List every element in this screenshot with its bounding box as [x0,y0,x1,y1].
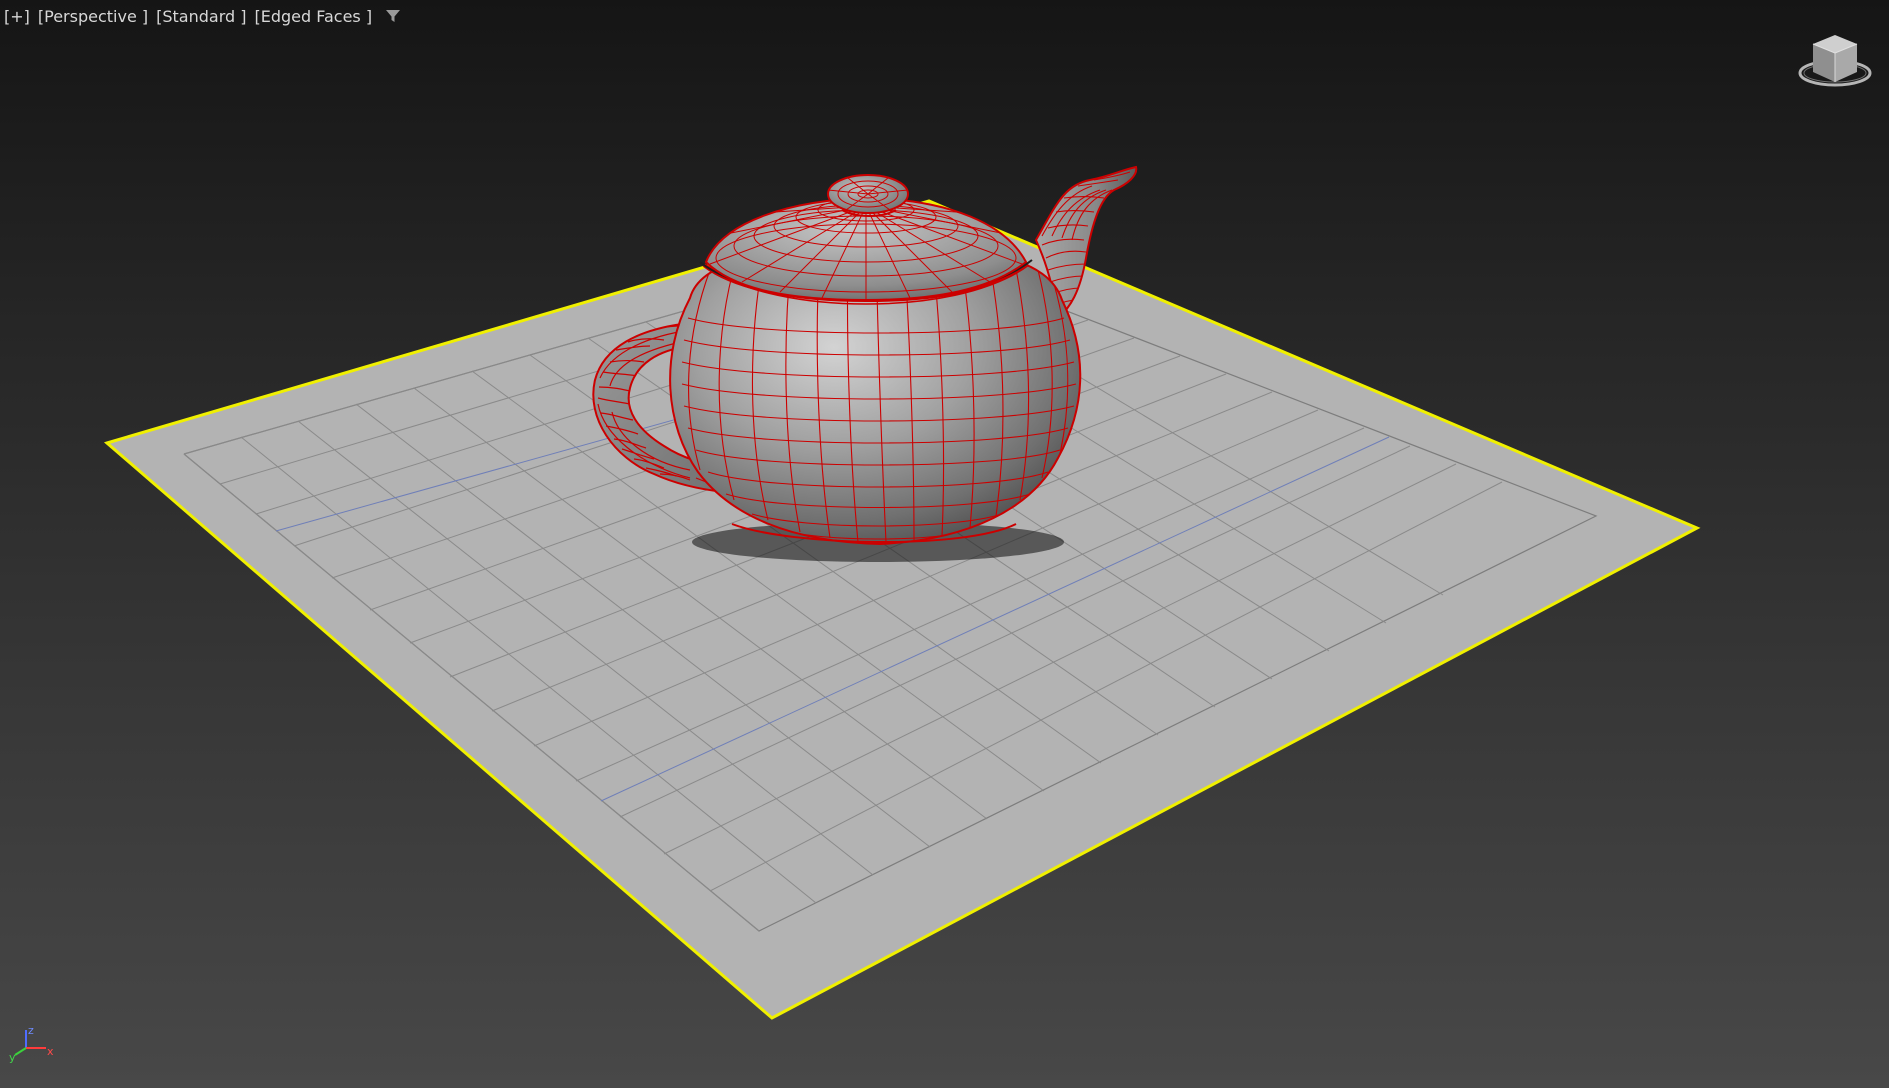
viewport-label-bar: [+] [Perspective ] [Standard ] [Edged Fa… [4,4,402,28]
z-axis-label: z [28,1024,34,1037]
y-axis-label: y [9,1051,16,1064]
filter-icon[interactable] [384,7,402,25]
scene-canvas[interactable] [0,0,1889,1088]
axis-gizmo: z x y [8,1024,58,1064]
viewport-plus-menu[interactable]: [+] [4,7,30,26]
viewport-display-menu[interactable]: [Edged Faces ] [254,7,372,26]
perspective-viewport[interactable]: [+] [Perspective ] [Standard ] [Edged Fa… [0,0,1889,1088]
viewport-shading-menu[interactable]: [Standard ] [156,7,246,26]
viewcube[interactable] [1795,30,1875,96]
x-axis-label: x [47,1045,54,1058]
viewport-view-menu[interactable]: [Perspective ] [38,7,148,26]
